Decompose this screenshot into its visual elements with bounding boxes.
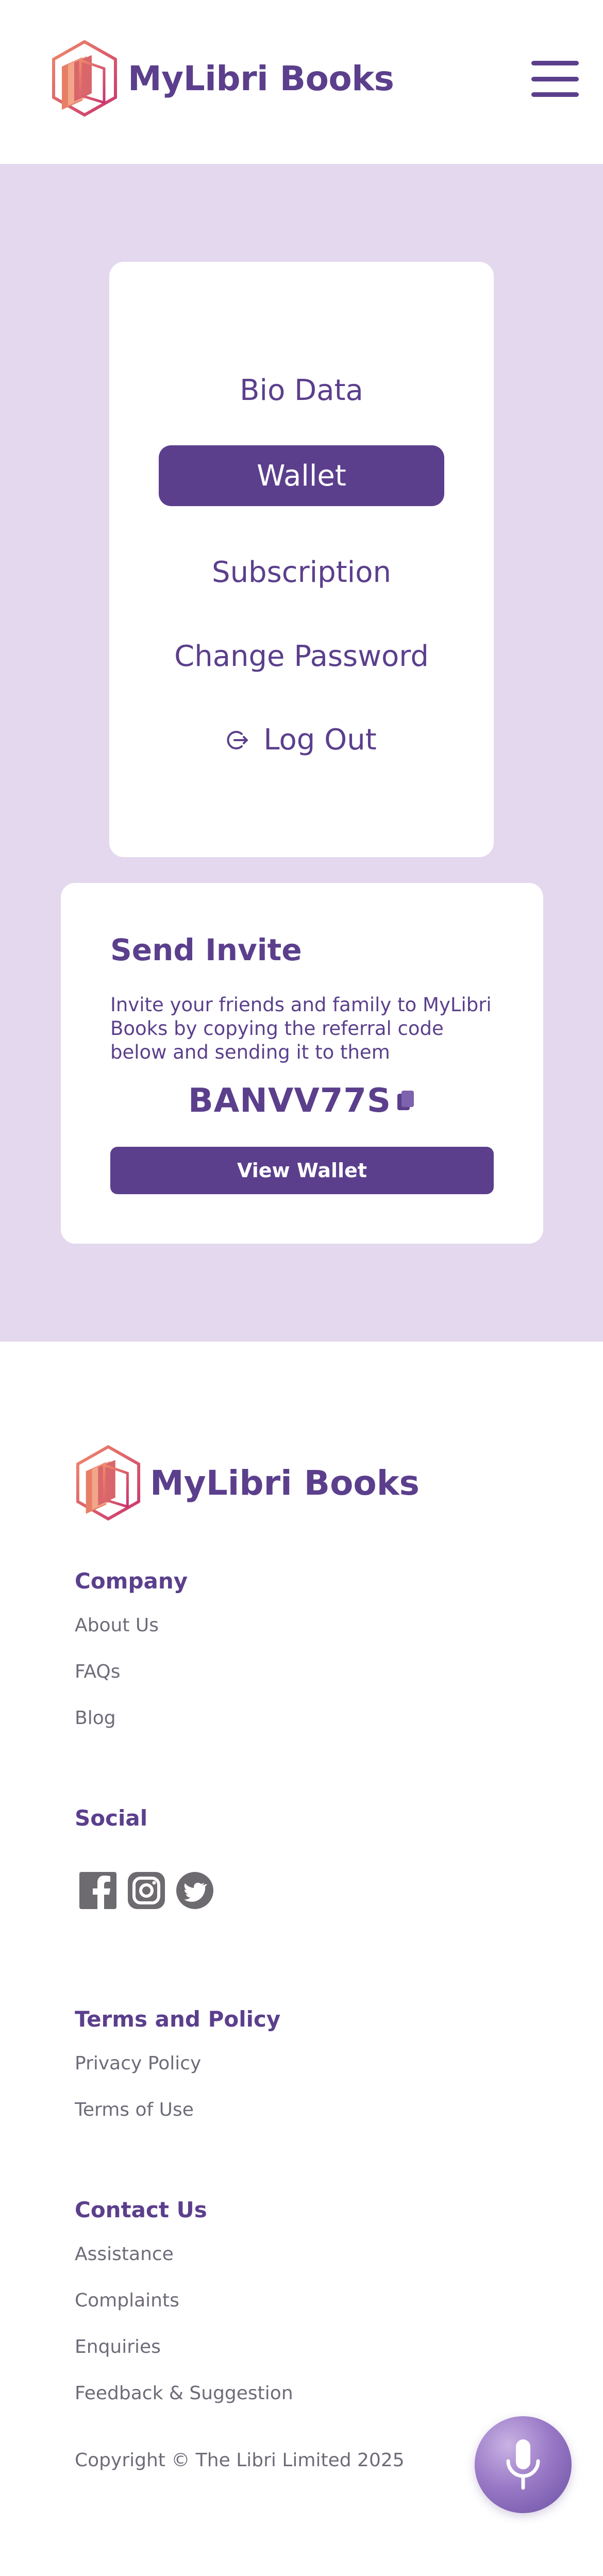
hamburger-menu-icon[interactable] [531,61,579,97]
view-wallet-button[interactable]: View Wallet [110,1147,494,1194]
referral-code-row: BANVV77S [61,1082,543,1120]
facebook-icon[interactable] [78,1871,118,1910]
logout-icon [227,731,248,749]
microphone-icon [506,2439,540,2490]
menu-item-subscription[interactable]: Subscription [109,558,494,587]
footer-link-complaints[interactable]: Complaints [75,2290,179,2311]
menu-bar [531,61,579,65]
menu-item-wallet[interactable]: Wallet [159,445,444,506]
footer-heading-company: Company [75,1568,188,1594]
footer-link-blog[interactable]: Blog [75,1708,116,1729]
menu-item-change-password[interactable]: Change Password [109,642,494,671]
twitter-icon[interactable] [175,1871,214,1910]
footer-heading-social: Social [75,1805,148,1831]
footer-link-privacy-policy[interactable]: Privacy Policy [75,2053,201,2074]
menu-bar [531,92,579,97]
copy-icon[interactable] [395,1089,416,1113]
menu-item-log-out[interactable]: Log Out [109,726,494,755]
footer-heading-contact: Contact Us [75,2197,207,2222]
footer-link-faqs[interactable]: FAQs [75,1661,121,1682]
book-cube-logo-icon [52,40,117,117]
referral-code: BANVV77S [188,1082,392,1120]
social-icons [78,1871,214,1910]
footer-link-feedback[interactable]: Feedback & Suggestion [75,2383,293,2404]
invite-description: Invite your friends and family to MyLibr… [110,994,492,1063]
site-header: MyLibri Books [0,0,603,164]
footer-link-terms-of-use[interactable]: Terms of Use [75,2099,194,2120]
account-menu-card: Bio Data Wallet Subscription Change Pass… [109,262,494,857]
footer-link-about-us[interactable]: About Us [75,1615,159,1636]
brand-name: MyLibri Books [128,58,394,98]
invite-title: Send Invite [110,932,302,967]
menu-item-bio-data[interactable]: Bio Data [109,376,494,405]
book-cube-logo-icon [76,1445,141,1521]
footer-heading-terms: Terms and Policy [75,2006,281,2032]
send-invite-card: Send Invite Invite your friends and fami… [61,883,543,1244]
site-footer: MyLibri Books Company About Us FAQs Blog… [0,1342,603,2576]
footer-link-enquiries[interactable]: Enquiries [75,2336,161,2357]
footer-brand-logo[interactable]: MyLibri Books [75,1445,420,1521]
log-out-label: Log Out [263,723,377,757]
footer-link-assistance[interactable]: Assistance [75,2244,174,2265]
menu-bar [531,76,579,81]
footer-brand-name: MyLibri Books [150,1463,420,1503]
account-section: Bio Data Wallet Subscription Change Pass… [0,164,603,1342]
brand-logo-link[interactable]: MyLibri Books [51,37,394,120]
voice-assistant-button[interactable] [475,2416,572,2513]
instagram-icon[interactable] [127,1871,166,1910]
copyright-text: Copyright © The Libri Limited 2025 [75,2450,405,2471]
